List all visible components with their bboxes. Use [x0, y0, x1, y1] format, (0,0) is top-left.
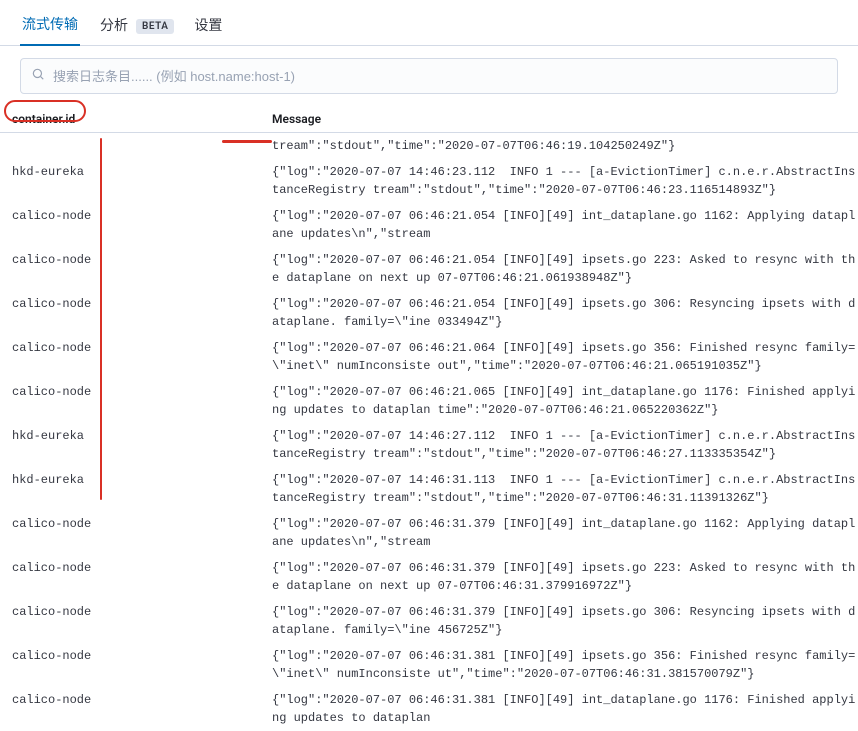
table-row[interactable]: hkd-eureka {"log":"2020-07-07 14:46:27.1…: [0, 423, 858, 467]
tab-bar: 流式传输 分析 BETA 设置: [0, 0, 858, 46]
beta-badge: BETA: [136, 19, 174, 34]
cell-message: {"log":"2020-07-07 06:46:21.054 [INFO][4…: [272, 251, 858, 287]
table-row[interactable]: calico-node {"log":"2020-07-07 06:46:21.…: [0, 247, 858, 291]
cell-container: calico-node: [12, 691, 272, 727]
cell-container: calico-node: [12, 647, 272, 683]
cell-container: calico-node: [12, 383, 272, 419]
table-row[interactable]: calico-node {"log":"2020-07-07 06:46:31.…: [0, 511, 858, 555]
cell-message: {"log":"2020-07-07 06:46:21.065 [INFO][4…: [272, 383, 858, 419]
cell-message: {"log":"2020-07-07 06:46:31.379 [INFO][4…: [272, 559, 858, 595]
cell-container: calico-node: [12, 603, 272, 639]
cell-message: {"log":"2020-07-07 06:46:31.379 [INFO][4…: [272, 515, 858, 551]
cell-message: {"log":"2020-07-07 06:46:31.381 [INFO][4…: [272, 691, 858, 727]
cell-container: calico-node: [12, 251, 272, 287]
cell-container: hkd-eureka: [12, 427, 272, 463]
cell-container: calico-node: [12, 207, 272, 243]
cell-container: hkd-eureka: [12, 471, 272, 507]
table-row[interactable]: calico-node {"log":"2020-07-07 06:46:31.…: [0, 599, 858, 643]
table-row[interactable]: hkd-eureka {"log":"2020-07-07 14:46:31.1…: [0, 467, 858, 511]
search-icon: [31, 67, 45, 85]
header-container-id[interactable]: container.id: [12, 112, 272, 126]
table-row[interactable]: calico-node {"log":"2020-07-07 06:46:21.…: [0, 335, 858, 379]
table-row[interactable]: calico-node {"log":"2020-07-07 06:46:21.…: [0, 379, 858, 423]
log-table-body: tream":"stdout","time":"2020-07-07T06:46…: [0, 133, 858, 731]
cell-message: {"log":"2020-07-07 06:46:21.054 [INFO][4…: [272, 295, 858, 331]
cell-container: [12, 137, 272, 155]
header-message[interactable]: Message: [272, 112, 858, 126]
table-row[interactable]: hkd-eureka {"log":"2020-07-07 14:46:23.1…: [0, 159, 858, 203]
table-row[interactable]: calico-node {"log":"2020-07-07 06:46:31.…: [0, 687, 858, 731]
cell-message: {"log":"2020-07-07 06:46:31.379 [INFO][4…: [272, 603, 858, 639]
table-row[interactable]: calico-node {"log":"2020-07-07 06:46:21.…: [0, 203, 858, 247]
table-header: container.id Message: [0, 106, 858, 133]
cell-message: tream":"stdout","time":"2020-07-07T06:46…: [272, 137, 858, 155]
search-input[interactable]: [53, 69, 827, 84]
cell-container: calico-node: [12, 339, 272, 375]
cell-container: calico-node: [12, 295, 272, 331]
cell-container: hkd-eureka: [12, 163, 272, 199]
cell-message: {"log":"2020-07-07 06:46:31.381 [INFO][4…: [272, 647, 858, 683]
table-row[interactable]: calico-node {"log":"2020-07-07 06:46:21.…: [0, 291, 858, 335]
cell-message: {"log":"2020-07-07 06:46:21.064 [INFO][4…: [272, 339, 858, 375]
cell-message: {"log":"2020-07-07 06:46:21.054 [INFO][4…: [272, 207, 858, 243]
cell-message: {"log":"2020-07-07 14:46:23.112 INFO 1 -…: [272, 163, 858, 199]
table-row[interactable]: tream":"stdout","time":"2020-07-07T06:46…: [0, 133, 858, 159]
tab-analysis[interactable]: 分析: [98, 9, 130, 45]
cell-message: {"log":"2020-07-07 14:46:27.112 INFO 1 -…: [272, 427, 858, 463]
cell-message: {"log":"2020-07-07 14:46:31.113 INFO 1 -…: [272, 471, 858, 507]
tab-stream[interactable]: 流式传输: [20, 8, 80, 46]
table-row[interactable]: calico-node {"log":"2020-07-07 06:46:31.…: [0, 643, 858, 687]
table-row[interactable]: calico-node {"log":"2020-07-07 06:46:31.…: [0, 555, 858, 599]
search-bar[interactable]: [20, 58, 838, 94]
cell-container: calico-node: [12, 515, 272, 551]
tab-settings[interactable]: 设置: [192, 9, 224, 45]
cell-container: calico-node: [12, 559, 272, 595]
